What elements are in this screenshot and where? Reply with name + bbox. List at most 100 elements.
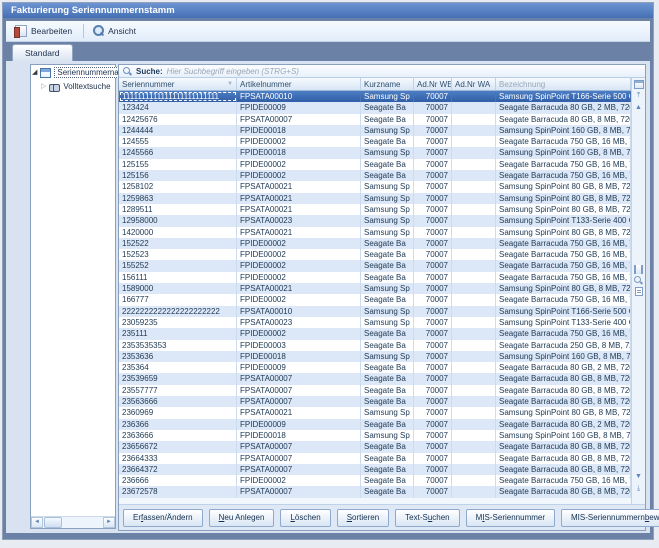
table-cell[interactable]: 70007 — [414, 453, 452, 464]
table-cell[interactable]: 1420000 — [119, 227, 237, 238]
table-cell[interactable]: Seagate Barracuda 750 GB, 16 MB, 7200 — [496, 170, 631, 181]
table-cell[interactable] — [452, 317, 496, 328]
tree-item-seriennummernauswahl[interactable]: ◢ Seriennummernauswahl — [31, 65, 115, 80]
table-row[interactable]: 23563666FPSATA00007Seagate Ba70007Seagat… — [119, 396, 631, 407]
table-cell[interactable]: 70007 — [414, 227, 452, 238]
table-cell[interactable] — [452, 114, 496, 125]
table-cell[interactable] — [452, 136, 496, 147]
table-cell[interactable] — [452, 272, 496, 283]
table-cell[interactable] — [452, 419, 496, 430]
table-row[interactable]: 1420000FPSATA00021Samsung Sp70007Samsung… — [119, 227, 631, 238]
column-header-artikelnummer[interactable]: Artikelnummer — [237, 78, 361, 91]
table-cell[interactable] — [452, 340, 496, 351]
table-cell[interactable]: FPIDE00009 — [237, 102, 361, 113]
table-row[interactable]: 152522FPIDE00002Seagate Ba70007Seagate B… — [119, 238, 631, 249]
table-cell[interactable]: FPIDE00009 — [237, 419, 361, 430]
sort-indicator-icon[interactable]: ▼ — [227, 81, 233, 87]
table-cell[interactable]: 236366 — [119, 419, 237, 430]
table-cell[interactable]: FPIDE00018 — [237, 351, 361, 362]
table-cell[interactable]: Seagate Barracuda 80 GB, 2 MB, 7200 — [496, 419, 631, 430]
table-cell[interactable]: 2360969 — [119, 407, 237, 418]
table-cell[interactable]: Seagate Barracuda 80 GB, 8 MB, 7200, NC — [496, 464, 631, 475]
table-cell[interactable]: 70007 — [414, 464, 452, 475]
table-cell[interactable]: 70007 — [414, 430, 452, 441]
table-cell[interactable]: Seagate Barracuda 80 GB, 2 MB, 7200 — [496, 102, 631, 113]
table-cell[interactable] — [452, 294, 496, 305]
table-cell[interactable]: 155252 — [119, 260, 237, 271]
table-cell[interactable]: 1289511 — [119, 204, 237, 215]
table-cell[interactable]: Samsung SpinPoint T166-Serie 500 GB, 72 — [496, 91, 631, 102]
table-row[interactable]: 2363666FPIDE00018Samsung Sp70007Samsung … — [119, 430, 631, 441]
table-cell[interactable]: Seagate Ba — [361, 385, 414, 396]
table-cell[interactable] — [452, 159, 496, 170]
table-row[interactable]: 166777FPIDE00002Seagate Ba70007Seagate B… — [119, 294, 631, 305]
document-icon[interactable] — [635, 287, 643, 296]
table-cell[interactable]: FPSATA00021 — [237, 181, 361, 192]
table-cell[interactable]: Seagate Barracuda 750 GB, 16 MB, 7200 — [496, 159, 631, 170]
table-cell[interactable]: Seagate Barracuda 250 GB, 8 MB, 7200 — [496, 340, 631, 351]
table-cell[interactable]: 1245566 — [119, 147, 237, 158]
scroll-up-icon[interactable]: ▲ — [633, 102, 645, 113]
table-cell[interactable]: Samsung Sp — [361, 283, 414, 294]
table-cell[interactable] — [452, 306, 496, 317]
table-cell[interactable]: 2353535353 — [119, 340, 237, 351]
tree-expanded-icon[interactable]: ◢ — [32, 69, 37, 76]
table-cell[interactable]: FPIDE00002 — [237, 159, 361, 170]
table-cell[interactable] — [452, 91, 496, 102]
column-header-kurzname[interactable]: Kurzname — [361, 78, 414, 91]
table-cell[interactable]: Seagate Ba — [361, 102, 414, 113]
table-cell[interactable]: FPSATA00021 — [237, 204, 361, 215]
table-cell[interactable]: Samsung Sp — [361, 430, 414, 441]
table-cell[interactable]: Seagate Barracuda 80 GB, 8 MB, 7200, NC — [496, 453, 631, 464]
table-cell[interactable]: Samsung Sp — [361, 204, 414, 215]
table-cell[interactable]: Seagate Barracuda 80 GB, 8 MB, 7200, NC — [496, 441, 631, 452]
table-cell[interactable]: FPIDE00002 — [237, 170, 361, 181]
table-cell[interactable]: 2222222222222222222222 — [119, 306, 237, 317]
scrollbar-track[interactable] — [62, 517, 103, 528]
table-row[interactable]: 2353636FPIDE00018Samsung Sp70007Samsung … — [119, 351, 631, 362]
table-cell[interactable]: Samsung Sp — [361, 407, 414, 418]
table-cell[interactable]: Samsung Sp — [361, 147, 414, 158]
neu-anlegen-button[interactable]: Neu Anlegen — [209, 509, 275, 527]
mis-seriennummernbewegungen-button[interactable]: MIS-Seriennummernbewegungen — [561, 509, 659, 527]
table-cell[interactable] — [452, 430, 496, 441]
table-cell[interactable]: Seagate Ba — [361, 486, 414, 497]
table-cell[interactable]: 235111 — [119, 328, 237, 339]
scroll-down-icon[interactable]: ▼ — [633, 471, 645, 482]
table-row[interactable]: 12958000FPSATA00023Samsung Sp70007Samsun… — [119, 215, 631, 226]
table-cell[interactable]: Samsung SpinPoint 80 GB, 8 MB, 7200, S-A — [496, 181, 631, 192]
table-cell[interactable]: 70007 — [414, 249, 452, 260]
table-row[interactable]: 23059235FPSATA00023Samsung Sp70007Samsun… — [119, 317, 631, 328]
table-cell[interactable]: FPIDE00018 — [237, 430, 361, 441]
table-cell[interactable]: Seagate Ba — [361, 419, 414, 430]
table-cell[interactable]: FPIDE00002 — [237, 294, 361, 305]
table-cell[interactable]: 23664372 — [119, 464, 237, 475]
table-cell[interactable]: Seagate Ba — [361, 136, 414, 147]
table-row[interactable]: 2353535353FPIDE00003Seagate Ba70007Seaga… — [119, 340, 631, 351]
column-header-ad-nr-wa[interactable]: Ad.Nr WA — [452, 78, 496, 91]
sortieren-button[interactable]: Sortieren — [337, 509, 389, 527]
table-cell[interactable]: FPSATA00007 — [237, 396, 361, 407]
table-cell[interactable]: Seagate Ba — [361, 328, 414, 339]
table-cell[interactable]: 23656672 — [119, 441, 237, 452]
table-row[interactable]: 235111FPIDE00002Seagate Ba70007Seagate B… — [119, 328, 631, 339]
table-cell[interactable]: 70007 — [414, 340, 452, 351]
table-cell[interactable]: 156111 — [119, 272, 237, 283]
tab-standard[interactable]: Standard — [12, 44, 73, 61]
table-cell[interactable]: 1589000 — [119, 283, 237, 294]
table-cell[interactable] — [452, 396, 496, 407]
table-cell[interactable]: Samsung SpinPoint 80 GB, 8 MB, 7200, S-A — [496, 204, 631, 215]
table-row[interactable]: 23664333FPSATA00007Seagate Ba70007Seagat… — [119, 453, 631, 464]
table-cell[interactable] — [452, 475, 496, 486]
table-cell[interactable]: 70007 — [414, 419, 452, 430]
table-cell[interactable]: FPIDE00002 — [237, 475, 361, 486]
table-cell[interactable]: Seagate Barracuda 750 GB, 16 MB, 7200 — [496, 260, 631, 271]
table-cell[interactable]: Samsung Sp — [361, 306, 414, 317]
table-cell[interactable]: Seagate Barracuda 80 GB, 8 MB, 7200, NC — [496, 486, 631, 497]
table-cell[interactable]: FPIDE00002 — [237, 328, 361, 339]
table-cell[interactable]: Seagate Ba — [361, 114, 414, 125]
table-cell[interactable]: 70007 — [414, 373, 452, 384]
table-cell[interactable]: FPSATA00007 — [237, 114, 361, 125]
table-row[interactable]: 155252FPIDE00002Seagate Ba70007Seagate B… — [119, 260, 631, 271]
table-cell[interactable] — [452, 407, 496, 418]
